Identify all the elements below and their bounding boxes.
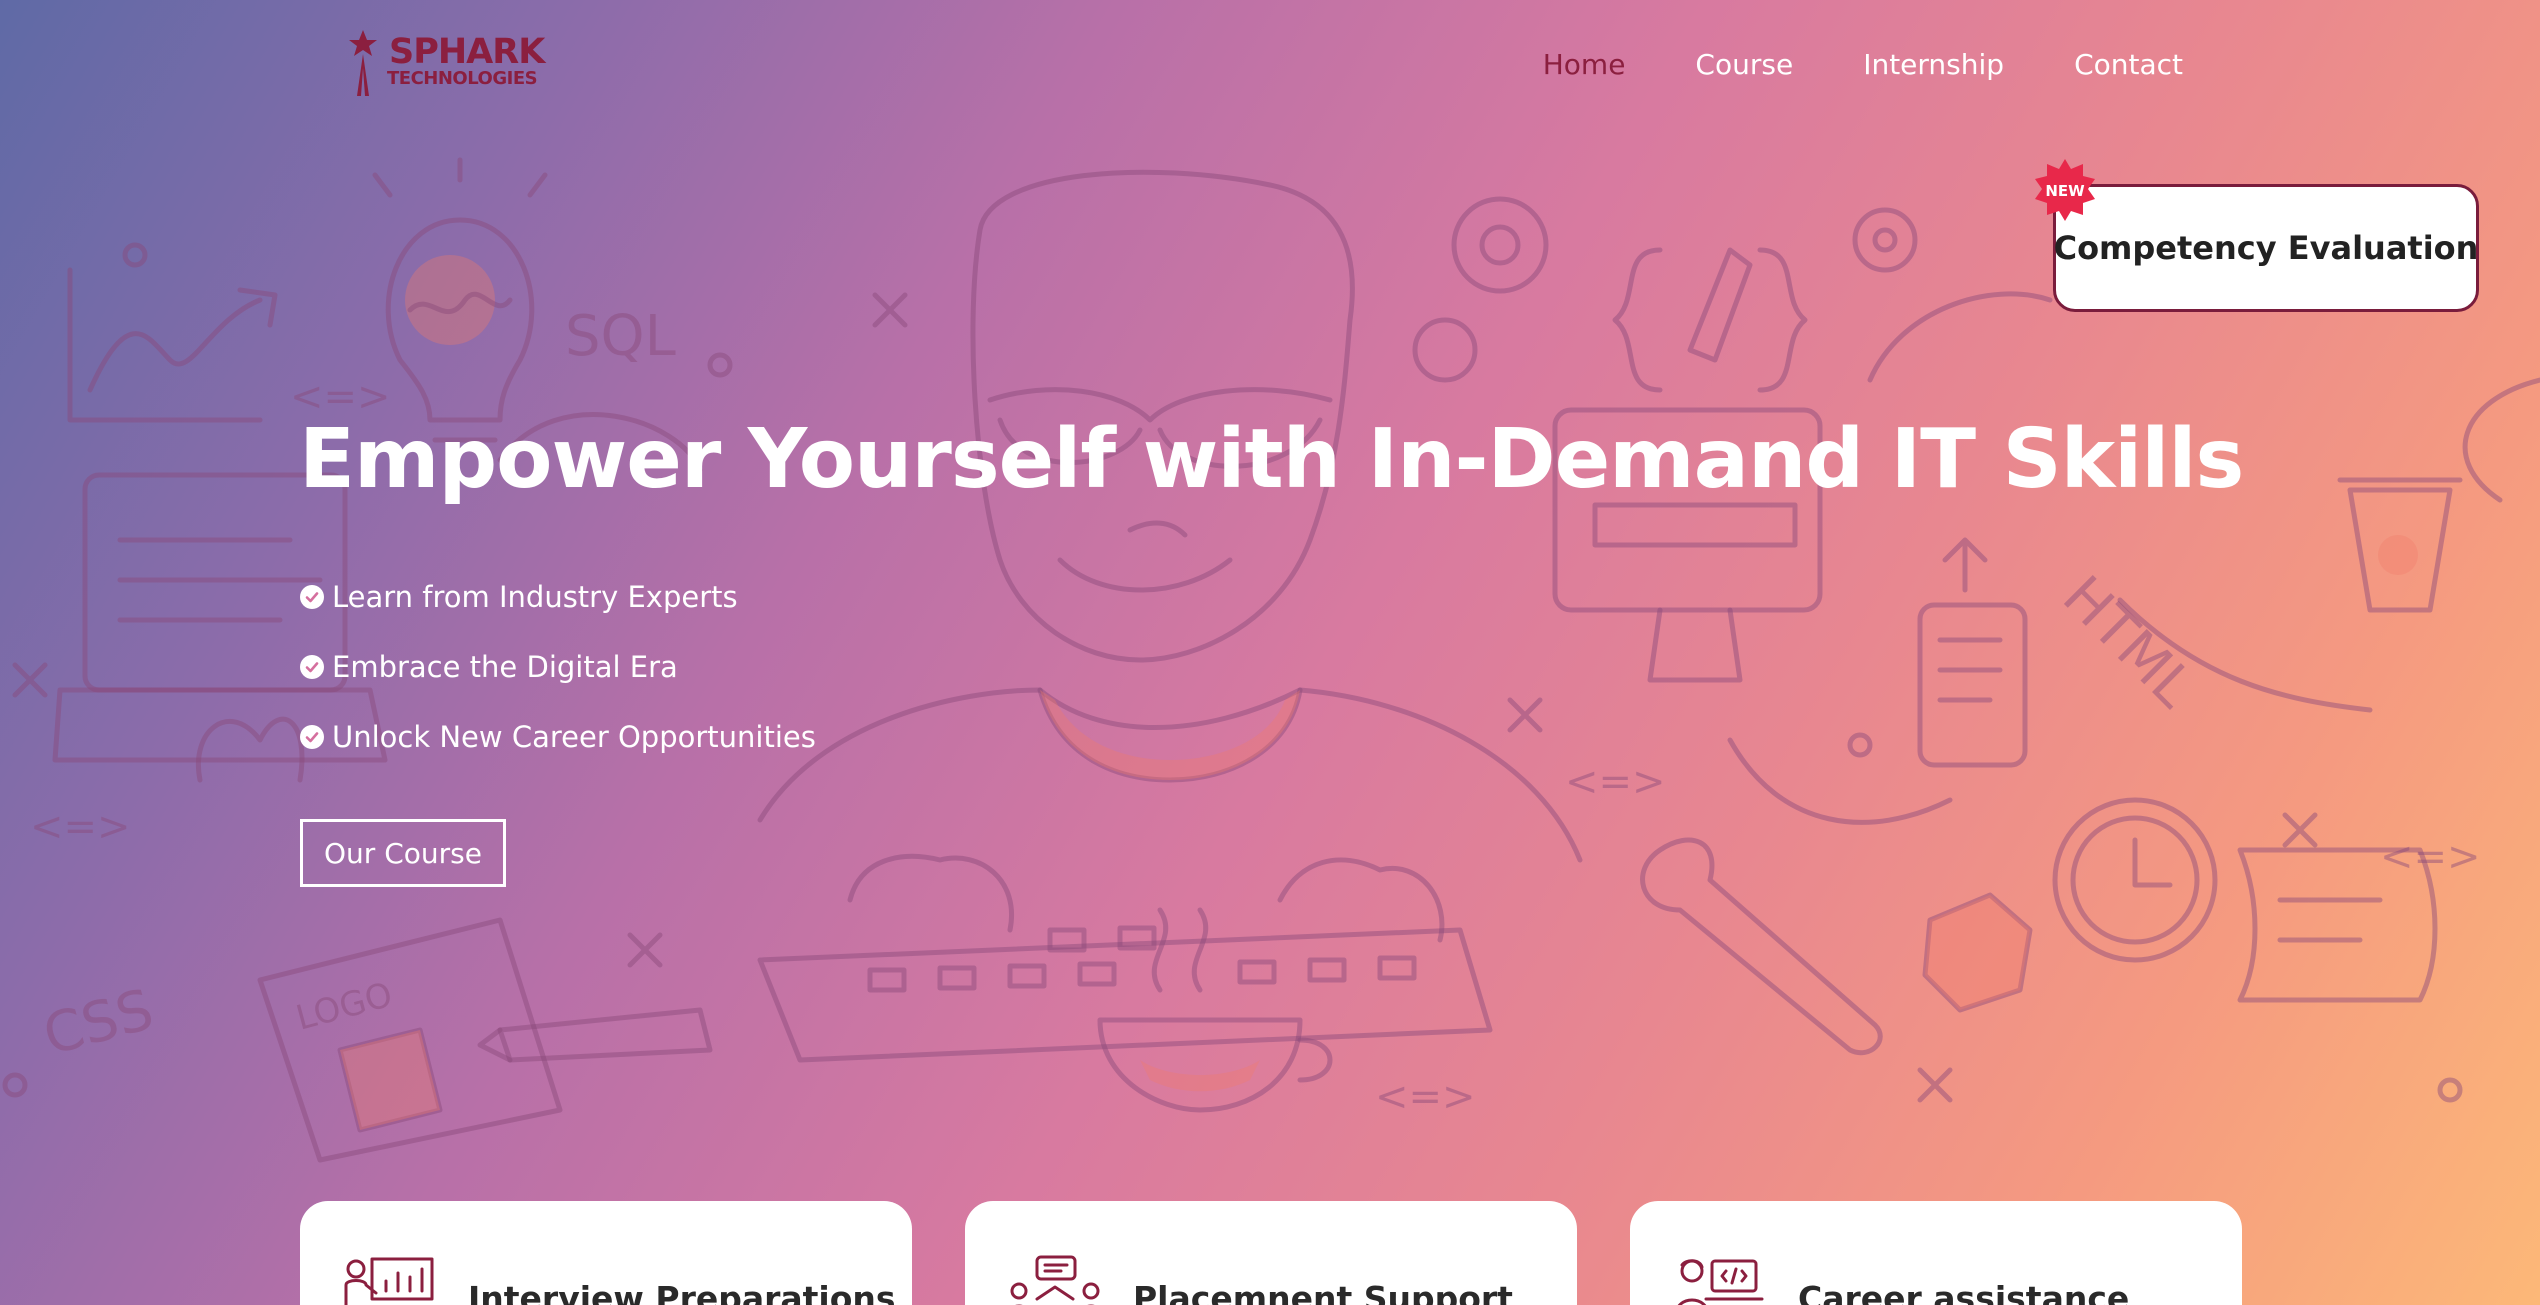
service-card-interview[interactable]: Interview Preparations bbox=[300, 1201, 912, 1305]
feature-item: Embrace the Digital Era bbox=[300, 632, 816, 702]
brand-name-top: SPHARK bbox=[389, 32, 545, 72]
service-card-title: Placemnent Support bbox=[1133, 1279, 1513, 1305]
team-discussion-icon bbox=[1010, 1255, 1100, 1305]
check-circle-icon bbox=[300, 585, 324, 609]
svg-text:<=>: <=> bbox=[30, 804, 131, 850]
feature-text: Unlock New Career Opportunities bbox=[332, 720, 816, 754]
service-card-title: Interview Preparations bbox=[468, 1279, 896, 1305]
presentation-chart-icon bbox=[344, 1257, 434, 1305]
hero-title: Empower Yourself with In-Demand IT Skill… bbox=[299, 412, 2244, 507]
check-circle-icon bbox=[300, 725, 324, 749]
svg-text:CSS: CSS bbox=[37, 977, 160, 1068]
service-card-title: Career assistance bbox=[1798, 1279, 2130, 1305]
service-card-placement[interactable]: Placemnent Support bbox=[965, 1201, 1577, 1305]
svg-text:<=>: <=> bbox=[1375, 1074, 1476, 1120]
feature-text: Embrace the Digital Era bbox=[332, 650, 678, 684]
nav-item-home[interactable]: Home bbox=[1543, 48, 1626, 81]
feature-text: Learn from Industry Experts bbox=[332, 580, 738, 614]
nav-item-contact[interactable]: Contact bbox=[2074, 48, 2183, 81]
nav-item-internship[interactable]: Internship bbox=[1863, 48, 2004, 81]
brand-name-bottom: TECHNOLOGIES bbox=[387, 68, 538, 89]
competency-evaluation-button[interactable]: Competency Evaluation bbox=[2053, 184, 2479, 312]
svg-text:HTML: HTML bbox=[2050, 564, 2206, 720]
svg-text:LOGO: LOGO bbox=[292, 975, 397, 1039]
main-nav: Home Course Internship Contact bbox=[1543, 48, 2183, 81]
hero-section: SQL HTML CSS LOGO <=> <=> <=> <=> <=> SP… bbox=[0, 0, 2540, 1305]
competency-evaluation-label: Competency Evaluation bbox=[2053, 229, 2479, 267]
feature-item: Learn from Industry Experts bbox=[300, 562, 816, 632]
svg-text:SQL: SQL bbox=[565, 304, 676, 369]
svg-text:<=>: <=> bbox=[1565, 759, 1666, 805]
feature-item: Unlock New Career Opportunities bbox=[300, 702, 816, 772]
brand-logo[interactable]: SPHARK TECHNOLOGIES bbox=[343, 28, 553, 98]
feature-list: Learn from Industry Experts Embrace the … bbox=[300, 562, 816, 772]
nav-item-course[interactable]: Course bbox=[1695, 48, 1793, 81]
new-badge-label: NEW bbox=[2045, 182, 2085, 200]
our-course-button[interactable]: Our Course bbox=[300, 819, 506, 887]
service-card-career[interactable]: Career assistance bbox=[1630, 1201, 2242, 1305]
check-circle-icon bbox=[300, 655, 324, 679]
rocket-logo-icon bbox=[349, 30, 377, 96]
developer-laptop-icon bbox=[1677, 1259, 1764, 1305]
